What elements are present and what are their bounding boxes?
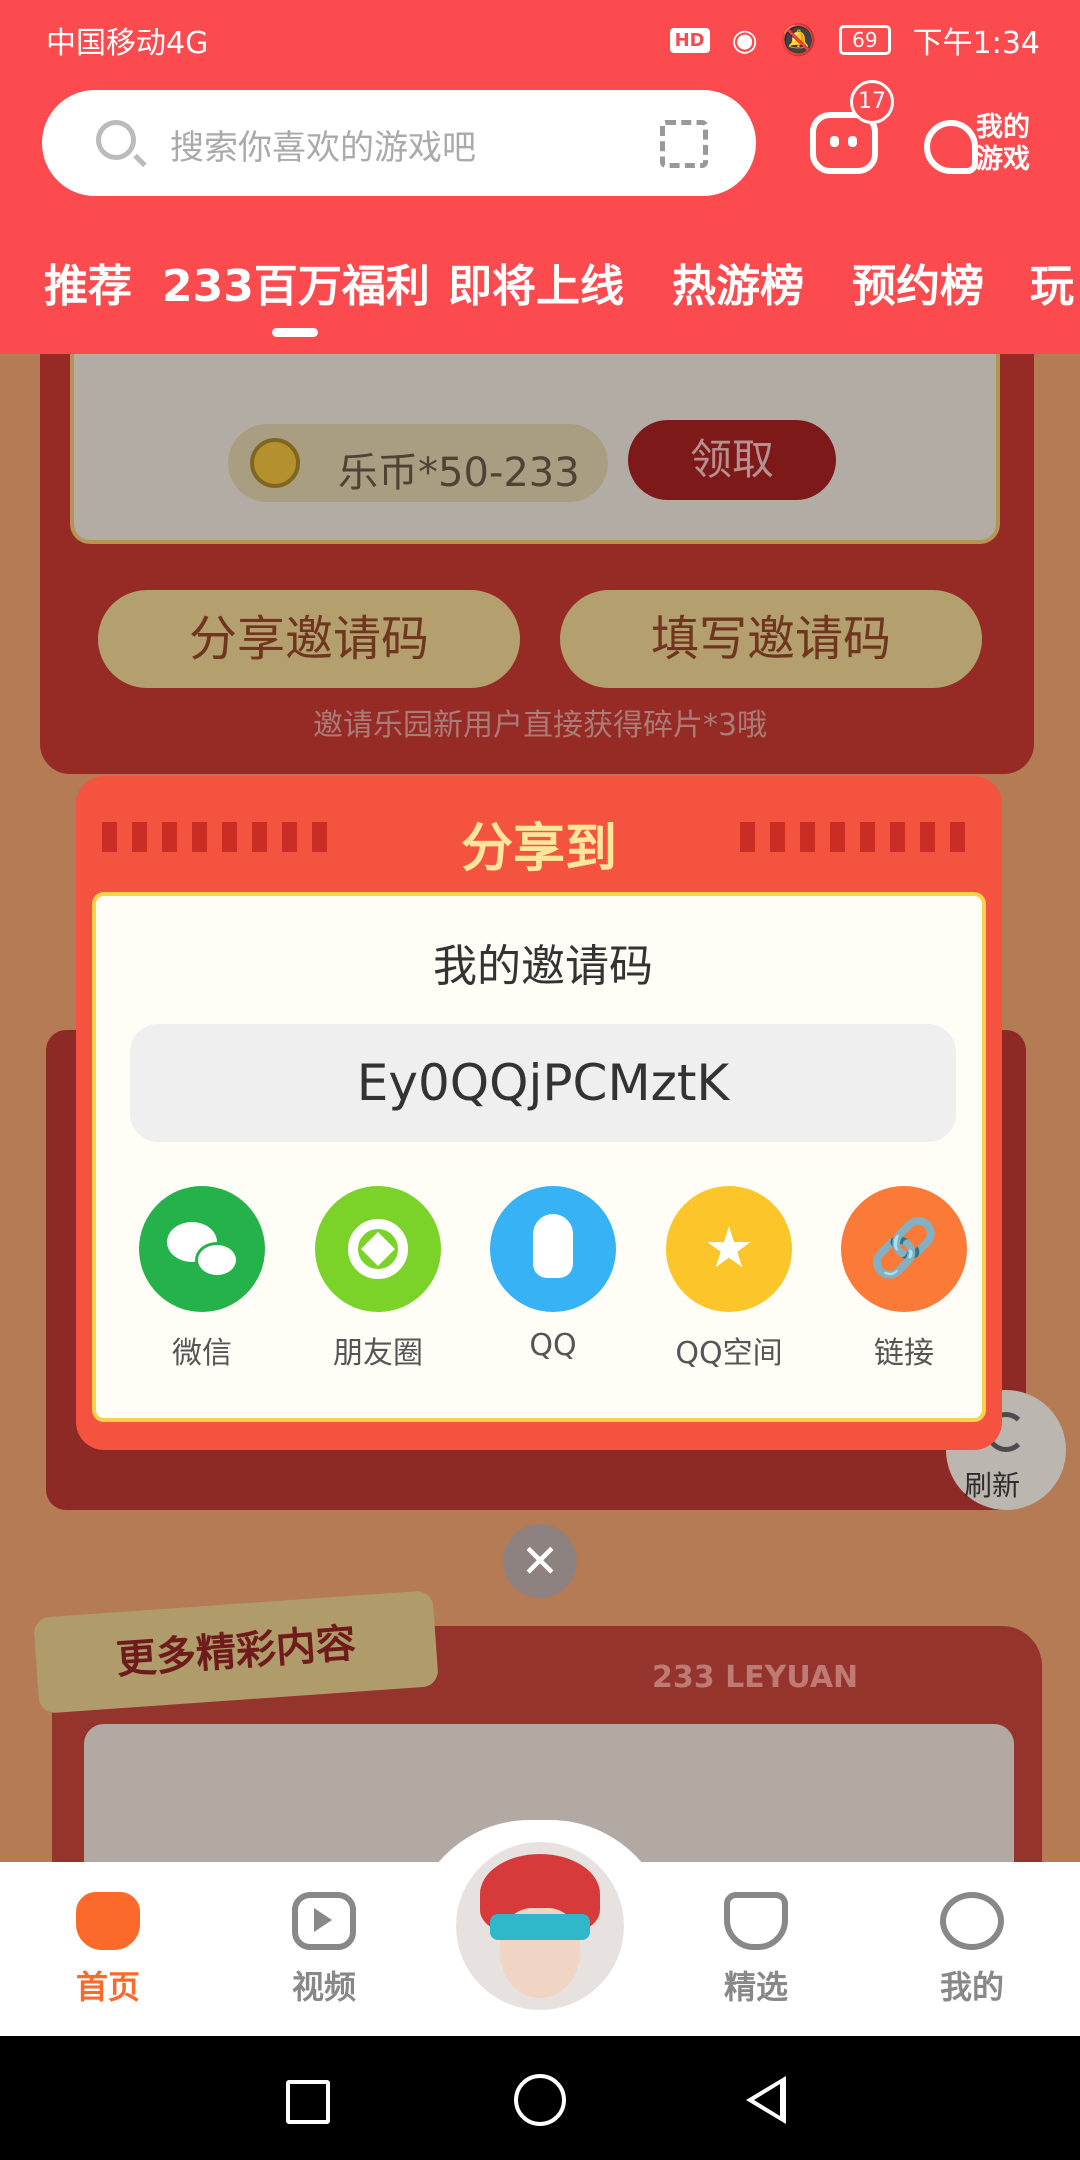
nav-home-label: 首页 bbox=[75, 1968, 140, 2006]
qq-icon bbox=[490, 1186, 616, 1312]
nav-video-label: 视频 bbox=[291, 1968, 356, 2006]
status-icons: HD ◉ 🔕 69 下午1:34 bbox=[669, 18, 1040, 62]
eye-icon: ◉ bbox=[731, 22, 758, 58]
tab-reservation[interactable]: 预约榜 bbox=[852, 250, 984, 314]
link-icon: 🔗 bbox=[841, 1186, 967, 1312]
active-tab-indicator bbox=[272, 328, 318, 337]
back-triangle-icon[interactable] bbox=[746, 2076, 786, 2124]
share-moments[interactable]: 朋友圈 bbox=[308, 1186, 448, 1372]
invite-code-label: 我的邀请码 bbox=[433, 941, 653, 992]
moments-icon bbox=[315, 1186, 441, 1312]
home-circle-icon[interactable] bbox=[514, 2074, 566, 2126]
avatar[interactable] bbox=[456, 1842, 624, 2010]
status-bar: 中国移动4G HD ◉ 🔕 69 下午1:34 bbox=[0, 0, 1080, 74]
share-wechat[interactable]: 微信 bbox=[132, 1186, 272, 1372]
dialog-body: 我的邀请码 Ey0QQjPCMztK 微信 朋友圈 QQ ★ QQ空间 🔗 链接 bbox=[92, 892, 986, 1422]
heart-icon bbox=[724, 1892, 788, 1950]
clock-label: 下午1:34 bbox=[912, 26, 1040, 61]
share-wechat-label: 微信 bbox=[172, 1336, 232, 1371]
share-moments-label: 朋友圈 bbox=[333, 1336, 423, 1371]
video-icon bbox=[292, 1892, 356, 1950]
share-link[interactable]: 🔗 链接 bbox=[834, 1186, 974, 1372]
tab-recommend[interactable]: 推荐 bbox=[44, 250, 132, 314]
search-input[interactable]: 搜索你喜欢的游戏吧 bbox=[42, 90, 756, 196]
nav-mine-label: 我的 bbox=[939, 1968, 1004, 2006]
recents-square-icon[interactable] bbox=[286, 2080, 330, 2124]
tab-hot-games[interactable]: 热游榜 bbox=[672, 250, 804, 314]
gamepad-icon bbox=[924, 120, 978, 174]
close-icon[interactable]: ✕ bbox=[503, 1524, 577, 1598]
share-qzone-label: QQ空间 bbox=[675, 1336, 783, 1371]
battery-icon: 69 bbox=[839, 25, 891, 55]
nav-picks[interactable]: 精选 bbox=[696, 1892, 816, 2008]
tab-233-welfare[interactable]: 233百万福利 bbox=[162, 250, 430, 314]
system-nav-bar bbox=[0, 2036, 1080, 2160]
carrier-label: 中国移动4G bbox=[46, 26, 209, 61]
search-placeholder: 搜索你喜欢的游戏吧 bbox=[170, 128, 476, 168]
nav-mine[interactable]: 我的 bbox=[912, 1892, 1032, 2008]
scan-icon[interactable] bbox=[660, 120, 708, 168]
message-badge: 17 bbox=[850, 80, 894, 124]
invite-code-value[interactable]: Ey0QQjPCMztK bbox=[130, 1024, 956, 1142]
share-qq[interactable]: QQ bbox=[483, 1186, 623, 1363]
nav-picks-label: 精选 bbox=[723, 1968, 788, 2006]
nav-home[interactable]: 首页 bbox=[48, 1892, 168, 2008]
share-dialog: 分享到 我的邀请码 Ey0QQjPCMztK 微信 朋友圈 QQ ★ QQ空间 … bbox=[76, 776, 1002, 1450]
mute-bell-icon: 🔕 bbox=[779, 22, 818, 58]
tab-coming-soon[interactable]: 即将上线 bbox=[448, 250, 624, 314]
category-tabs: 推荐 233百万福利 即将上线 热游榜 预约榜 玩 bbox=[0, 244, 1080, 324]
search-icon bbox=[96, 120, 136, 160]
gamepad-icon bbox=[76, 1892, 140, 1950]
share-link-label: 链接 bbox=[874, 1336, 934, 1371]
my-games-label: 我的游戏 bbox=[976, 112, 1030, 175]
tab-play[interactable]: 玩 bbox=[1030, 250, 1074, 314]
dialog-title: 分享到 bbox=[460, 819, 617, 879]
my-games-button[interactable]: 我的游戏 bbox=[924, 108, 1054, 180]
share-qq-label: QQ bbox=[529, 1328, 577, 1363]
wechat-icon bbox=[139, 1186, 265, 1312]
share-qzone[interactable]: ★ QQ空间 bbox=[659, 1186, 799, 1372]
top-header: 中国移动4G HD ◉ 🔕 69 下午1:34 搜索你喜欢的游戏吧 17 我的游… bbox=[0, 0, 1080, 354]
nav-video[interactable]: 视频 bbox=[264, 1892, 384, 2008]
profile-icon bbox=[940, 1892, 1004, 1950]
hd-icon: HD bbox=[669, 27, 710, 53]
qzone-icon: ★ bbox=[666, 1186, 792, 1312]
